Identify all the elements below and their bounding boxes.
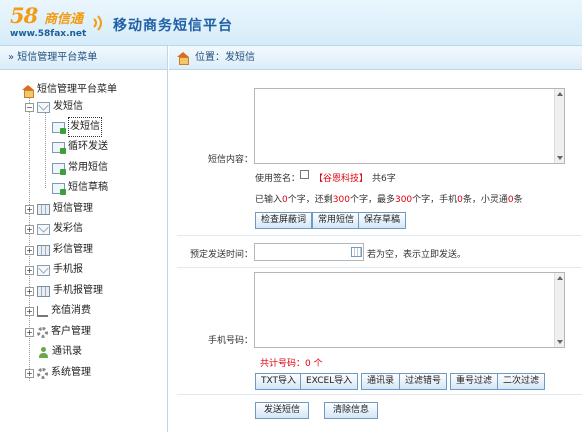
menu-mobile-paper-manage[interactable]: + 手机报管理 — [25, 282, 103, 300]
menu-customers[interactable]: + 客户管理 — [25, 323, 91, 341]
signature-label: 使用签名： — [255, 174, 301, 184]
menu-label: 发彩信 — [53, 223, 83, 234]
scrollbar[interactable] — [554, 273, 564, 347]
sidebar-header: » 短信管理平台菜单 — [0, 46, 167, 70]
filter-duplicate-button[interactable]: 重号过滤 — [450, 373, 499, 390]
grid-icon — [37, 244, 50, 256]
doc-icon — [52, 141, 66, 154]
phone-total: 共计号码：0 个 — [260, 359, 323, 369]
menu-contacts[interactable]: 通讯录 — [38, 343, 82, 361]
filter-invalid-button[interactable]: 过滤错号 — [399, 373, 448, 390]
doc-icon — [52, 182, 66, 195]
cart-icon — [37, 305, 48, 317]
logo-url: www.58fax.net — [10, 29, 87, 39]
menu-send-mms[interactable]: + 发彩信 — [25, 220, 83, 238]
phone-numbers-textarea[interactable] — [254, 272, 565, 348]
menu-label: 循环发送 — [68, 141, 108, 152]
sms-content-textarea[interactable] — [254, 88, 565, 164]
expand-icon[interactable]: + — [25, 306, 34, 316]
menu-label: 充值消费 — [51, 305, 91, 316]
sidebar: » 短信管理平台菜单 短信管理平台菜单 − 发短信 发短信 循环发送 常用短信 … — [0, 46, 168, 432]
txt-import-button[interactable]: TXT导入 — [255, 373, 303, 390]
breadcrumb-label: 位置：发短信 — [195, 51, 255, 63]
submenu-sms-drafts[interactable]: 短信草稿 — [52, 179, 108, 197]
gear-icon — [37, 326, 48, 338]
grid-icon — [37, 285, 50, 297]
expand-icon[interactable]: + — [25, 327, 34, 337]
home-icon — [177, 52, 189, 65]
submenu-loop-send[interactable]: 循环发送 — [52, 138, 108, 156]
scrollbar[interactable] — [554, 89, 564, 163]
menu-label: 发短信 — [68, 117, 102, 137]
menu-label: 系统管理 — [51, 367, 91, 378]
doc-icon — [52, 121, 66, 134]
excel-import-button[interactable]: EXCEL导入 — [300, 373, 359, 390]
menu-label: 彩信管理 — [53, 244, 93, 255]
expand-icon[interactable]: + — [25, 265, 34, 275]
person-icon — [38, 346, 49, 358]
logo-brand: 商信通 — [44, 12, 84, 27]
char-stats: 已输入0个字，还剩300个字，最多300个字，手机0条，小灵通0条 — [255, 195, 523, 205]
divider — [177, 394, 582, 395]
logo-number: 58 — [10, 3, 38, 28]
check-blocked-words-button[interactable]: 检查屏蔽词 — [255, 212, 313, 229]
expand-icon[interactable]: + — [25, 204, 34, 214]
schedule-hint: 若为空，表示立即发送。 — [367, 250, 467, 260]
divider — [177, 267, 582, 268]
signature-count: 共6字 — [372, 174, 396, 184]
grid-icon — [37, 203, 50, 215]
app-header: 58 商信通 www.58fax.net 移动商务短信平台 — [0, 0, 582, 46]
contacts-button[interactable]: 通讯录 — [361, 373, 401, 390]
tree-root[interactable]: 短信管理平台菜单 — [22, 81, 117, 99]
schedule-time-input[interactable] — [254, 243, 364, 261]
expand-icon[interactable]: + — [25, 245, 34, 255]
tree-line — [45, 106, 46, 188]
mail-icon — [37, 264, 50, 276]
menu-label: 手机报 — [53, 264, 83, 275]
menu-label: 发短信 — [53, 101, 83, 112]
save-draft-button[interactable]: 保存草稿 — [358, 212, 407, 229]
calendar-icon[interactable] — [351, 247, 362, 257]
menu-label: 客户管理 — [51, 326, 91, 337]
clear-info-button[interactable]: 清除信息 — [324, 402, 379, 419]
menu-recharge[interactable]: + 充值消费 — [25, 302, 91, 320]
expand-icon[interactable]: + — [25, 224, 34, 234]
signature-name: 【谷恩科技】 — [314, 174, 369, 184]
menu-label: 短信草稿 — [68, 182, 108, 193]
signal-waves-icon — [93, 15, 102, 31]
schedule-label: 预定发送时间： — [189, 250, 253, 260]
doc-icon — [52, 162, 66, 175]
mail-icon — [37, 223, 50, 235]
menu-label: 短信管理 — [53, 203, 93, 214]
menu-sms-manage[interactable]: + 短信管理 — [25, 200, 93, 218]
expand-icon[interactable]: + — [25, 286, 34, 296]
send-sms-button[interactable]: 发送短信 — [255, 402, 310, 419]
expand-icon[interactable]: + — [25, 368, 34, 378]
common-sms-button[interactable]: 常用短信 — [312, 212, 361, 229]
phone-label: 手机号码： — [207, 336, 253, 346]
menu-mms-manage[interactable]: + 彩信管理 — [25, 241, 93, 259]
tree-root-label: 短信管理平台菜单 — [37, 84, 117, 95]
mail-icon — [37, 101, 50, 113]
menu-mobile-paper[interactable]: + 手机报 — [25, 261, 83, 279]
divider — [177, 235, 582, 236]
signature-checkbox[interactable] — [300, 170, 309, 179]
menu-label: 通讯录 — [52, 346, 82, 357]
home-icon — [22, 84, 34, 98]
menu-system[interactable]: + 系统管理 — [25, 364, 91, 382]
collapse-icon[interactable]: − — [25, 102, 34, 112]
submenu-send-sms[interactable]: 发短信 — [52, 117, 102, 137]
second-filter-button[interactable]: 二次过滤 — [497, 373, 546, 390]
menu-label: 常用短信 — [68, 162, 108, 173]
platform-title: 移动商务短信平台 — [113, 18, 233, 34]
main-panel: 位置：发短信 短信内容： 使用签名： 【谷恩科技】 共6字 已输入0个字，还剩3… — [169, 46, 582, 432]
menu-send-sms[interactable]: − 发短信 — [25, 98, 83, 116]
content-label: 短信内容： — [207, 155, 253, 165]
submenu-common-sms[interactable]: 常用短信 — [52, 159, 108, 177]
breadcrumb: 位置：发短信 — [169, 46, 582, 70]
menu-label: 手机报管理 — [53, 285, 103, 296]
gear-icon — [37, 367, 48, 379]
